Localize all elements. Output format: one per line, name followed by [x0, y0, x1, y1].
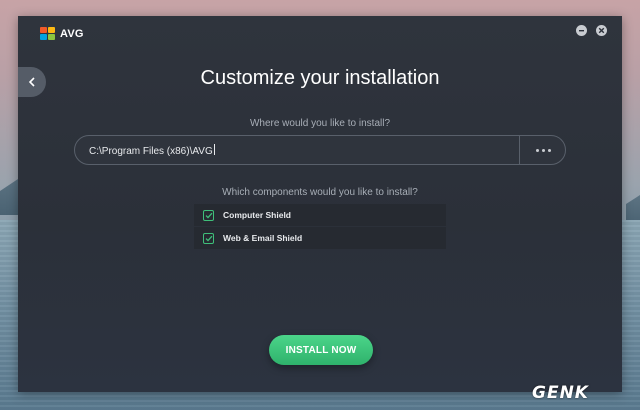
watermark-logo: GENK [532, 383, 589, 403]
app-logo: AVG [40, 26, 84, 42]
check-icon [205, 235, 212, 242]
install-path-field[interactable]: C:\Program Files (x86)\AVG [74, 135, 566, 165]
more-dots-icon [536, 148, 551, 152]
check-icon [205, 212, 212, 219]
page-title: Customize your installation [200, 67, 440, 89]
install-now-button[interactable]: INSTALL NOW [269, 335, 373, 365]
computer-shield-checkbox[interactable] [203, 209, 214, 221]
components-list: Computer Shield Web & Email Shield [194, 204, 446, 250]
text-caret [213, 144, 215, 155]
web-email-shield-checkbox[interactable] [203, 232, 214, 244]
component-label: Web & Email Shield [223, 233, 303, 243]
minimize-button[interactable] [576, 25, 587, 36]
install-path-value: C:\Program Files (x86)\AVG [89, 146, 213, 157]
browse-button[interactable] [519, 136, 567, 164]
avg-logo-icon [40, 27, 56, 41]
close-icon [598, 27, 605, 34]
component-label: Computer Shield [223, 210, 292, 220]
installer-window: AVG Customize your installation Where wo… [18, 16, 622, 392]
install-path-input[interactable]: C:\Program Files (x86)\AVG [89, 144, 509, 157]
app-name: AVG [60, 28, 84, 40]
component-row-computer-shield[interactable]: Computer Shield [194, 204, 446, 226]
close-button[interactable] [596, 25, 607, 36]
install-location-question: Where would you like to install? [249, 118, 391, 129]
component-row-web-email-shield[interactable]: Web & Email Shield [194, 227, 446, 249]
components-question: Which components would you like to insta… [222, 187, 418, 198]
minimize-icon [579, 30, 584, 32]
